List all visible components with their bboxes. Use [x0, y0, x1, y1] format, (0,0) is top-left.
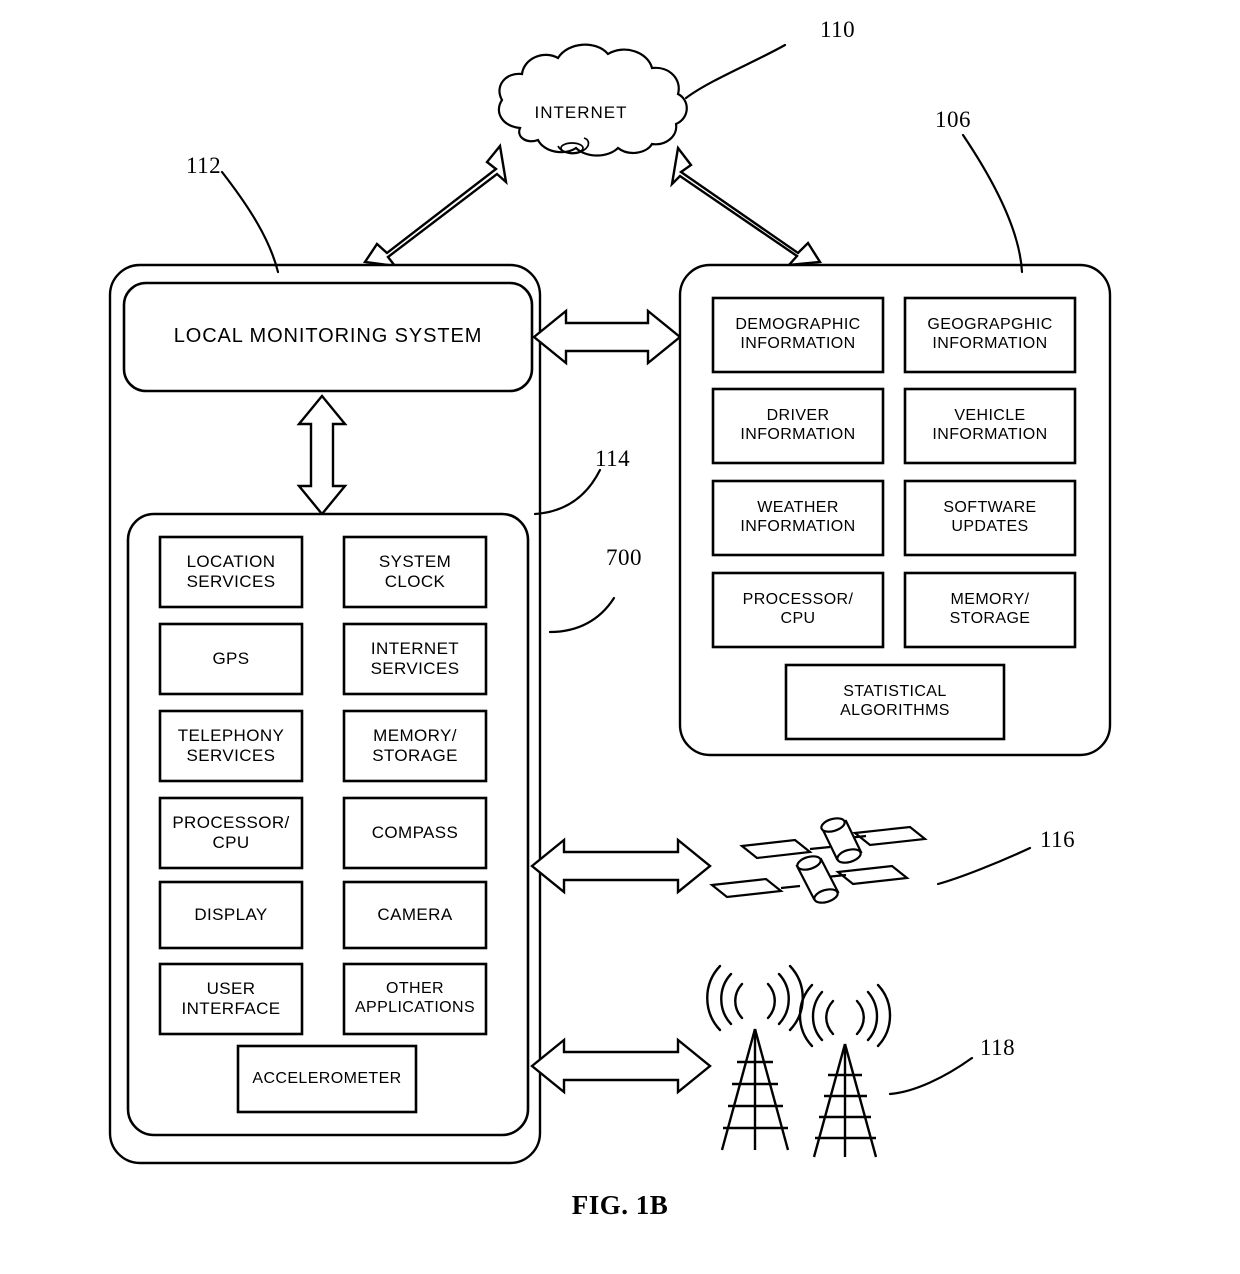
ref-numeral-106: 106 — [935, 107, 971, 132]
arrow-device-to-server — [532, 308, 682, 366]
ref-numeral-116: 116 — [1040, 827, 1076, 852]
internet-cloud-label: INTERNET — [534, 103, 628, 122]
satellite-upper — [739, 817, 928, 864]
ref-numeral-112: 112 — [186, 153, 222, 178]
ref-numeral-114: 114 — [595, 446, 631, 471]
arrow-internet-to-device — [362, 143, 508, 268]
arrow-internet-to-server — [670, 145, 823, 267]
patent-figure-canvas: .ln{fill:none;stroke:#000;stroke-width:2… — [0, 0, 1240, 1274]
cell-tower-left — [706, 964, 804, 1151]
cell-tower-right — [798, 983, 892, 1158]
figure-line-art: .ln{fill:none;stroke:#000;stroke-width:2… — [108, 43, 1112, 1165]
arrow-device-to-towers — [530, 1037, 712, 1095]
internet-cloud-shape — [497, 43, 688, 157]
ref-numeral-110: 110 — [820, 17, 856, 42]
figure-caption: FIG. 1B — [571, 1190, 669, 1220]
ref-numeral-118: 118 — [980, 1035, 1016, 1060]
arrow-device-to-satellites — [530, 837, 712, 895]
satellite-lower — [709, 855, 910, 904]
ref-numeral-700: 700 — [606, 545, 642, 570]
